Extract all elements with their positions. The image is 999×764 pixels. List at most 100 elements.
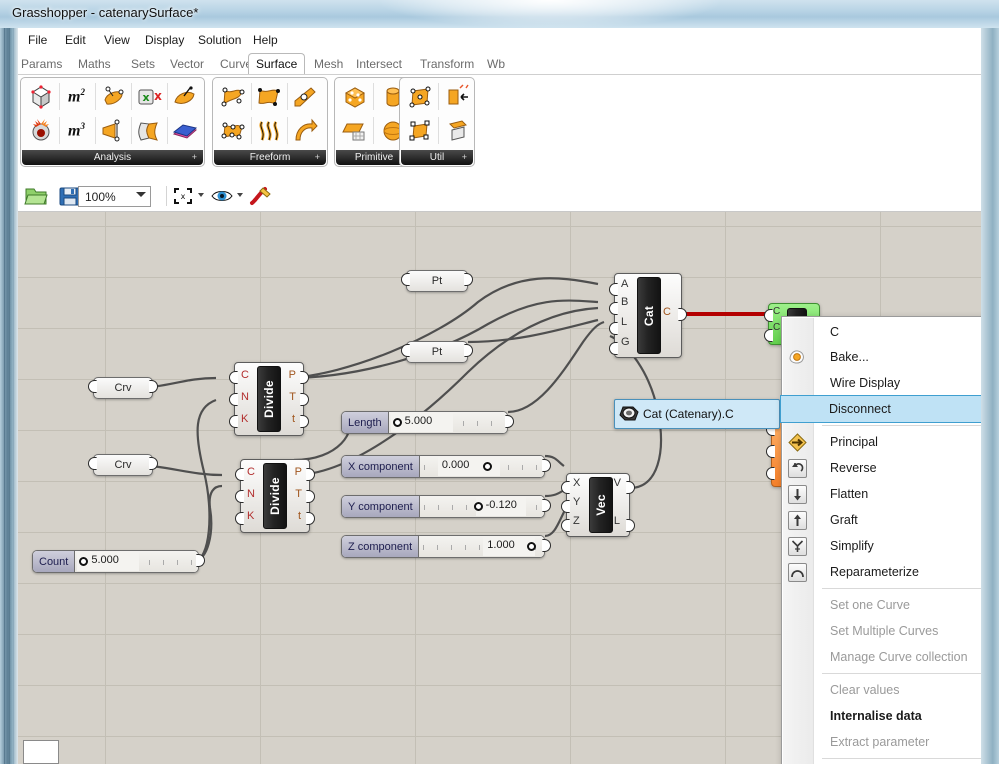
tab-mesh[interactable]: Mesh [307, 55, 350, 74]
menu-item-wire-display[interactable]: Wire Display [782, 370, 981, 396]
port-in-cat-a[interactable] [609, 283, 618, 296]
slider-count[interactable]: Count 5.000 [32, 550, 199, 573]
preview-dropdown-arrow[interactable] [237, 193, 243, 197]
tab-params[interactable]: Params [18, 55, 69, 74]
port-out-zcomp[interactable] [542, 539, 551, 552]
sketch-icon[interactable] [249, 185, 273, 212]
port-out-crv-2[interactable] [149, 457, 158, 470]
param-pt-2[interactable]: Pt [406, 341, 468, 363]
port-out-cat-c[interactable] [678, 308, 687, 321]
component-divide-1[interactable]: Divide C N K P T t [234, 362, 304, 436]
edge-surface-icon[interactable] [252, 80, 285, 113]
expand-icon[interactable]: + [315, 150, 320, 165]
menu-item-simplify[interactable]: Simplify [782, 533, 981, 559]
zoom-dropdown-arrow[interactable] [136, 192, 146, 197]
menu-item-view[interactable]: View [98, 31, 136, 49]
menu-item-internalise-data[interactable]: Internalise data [782, 703, 981, 729]
preview-eye-icon[interactable] [211, 187, 233, 210]
menu-item-disconnect[interactable]: Disconnect [781, 396, 981, 422]
tab-sets[interactable]: Sets [124, 55, 162, 74]
zoom-extents-icon[interactable]: x [173, 187, 193, 210]
port-out-count[interactable] [196, 554, 205, 567]
component-vec[interactable]: Vec X Y Z V L [566, 473, 630, 537]
port-out-pt-1[interactable] [464, 273, 473, 286]
volume-m3-icon[interactable]: m3 [60, 114, 93, 147]
control-points-icon[interactable] [403, 114, 436, 147]
surface-points-icon[interactable] [403, 80, 436, 113]
merge-faces-icon[interactable] [441, 80, 474, 113]
surface-point-icon[interactable] [96, 80, 129, 113]
box-icon[interactable] [338, 80, 371, 113]
slider-track[interactable]: 5.000 [389, 412, 507, 433]
port-out-divide1-t[interactable] [300, 393, 309, 406]
tab-intersect[interactable]: Intersect [349, 55, 409, 74]
port-in-pt-2[interactable] [401, 344, 410, 357]
four-point-surface-icon[interactable] [216, 80, 249, 113]
port-in-vec-y[interactable] [561, 500, 570, 513]
tab-surface[interactable]: Surface [248, 53, 305, 76]
brep-closest-point-icon[interactable] [168, 80, 201, 113]
menu-item-file[interactable]: File [22, 31, 53, 49]
menu-item-reparameterize[interactable]: Reparameterize [782, 559, 981, 585]
port-out-divide2-tt[interactable] [306, 512, 315, 525]
port-out-length[interactable] [505, 415, 514, 428]
port-out-crv-1[interactable] [149, 380, 158, 393]
sweep-icon[interactable] [288, 114, 321, 147]
cap-holes-icon[interactable] [441, 114, 474, 147]
port-in-cat-g[interactable] [609, 342, 618, 355]
port-in-green-2[interactable] [764, 329, 773, 342]
menu-item-flatten[interactable]: Flatten [782, 481, 981, 507]
param-crv-1[interactable]: Crv [93, 377, 153, 399]
open-file-icon[interactable] [24, 185, 48, 212]
surface-from-points-icon[interactable] [216, 114, 249, 147]
port-out-pt-2[interactable] [464, 344, 473, 357]
component-cat[interactable]: Cat A B L G C [614, 273, 682, 358]
box-corners-icon[interactable] [24, 80, 57, 113]
plane-surface-icon[interactable] [338, 114, 371, 147]
zoom-extents-dropdown-arrow[interactable] [198, 193, 204, 197]
port-in-divide2-c[interactable] [235, 468, 244, 481]
port-in-crv-1[interactable] [88, 380, 97, 393]
port-out-vec-v[interactable] [626, 481, 635, 494]
port-in-orange-2[interactable] [766, 445, 775, 458]
port-out-divide1-tt[interactable] [300, 415, 309, 428]
menu-item-bake[interactable]: Bake... [782, 344, 981, 370]
slider-track[interactable]: -0.120 [420, 496, 544, 517]
port-in-divide2-k[interactable] [235, 512, 244, 525]
param-crv-2[interactable]: Crv [93, 454, 153, 476]
slider-track[interactable]: 0.000 [420, 456, 544, 477]
port-in-pt-1[interactable] [401, 273, 410, 286]
slider-length[interactable]: Length 5.000 [341, 411, 508, 434]
menu-item-help[interactable]: Help [247, 31, 284, 49]
tab-wb[interactable]: Wb [480, 55, 512, 74]
port-in-green-1[interactable] [764, 309, 773, 322]
area-m2-icon[interactable]: m2 [60, 80, 93, 113]
slider-y-component[interactable]: Y component -0.120 [341, 495, 545, 518]
port-in-cat-b[interactable] [609, 302, 618, 315]
port-in-vec-z[interactable] [561, 519, 570, 532]
tab-transform[interactable]: Transform [413, 55, 481, 74]
component-divide-2[interactable]: Divide C N K P T t [240, 459, 310, 533]
brep-wireframe-icon[interactable] [132, 114, 165, 147]
grasshopper-canvas[interactable]: Pt Pt Crv Crv Divide [18, 212, 981, 764]
deconstruct-brep-icon[interactable]: x x [132, 80, 165, 113]
port-in-crv-2[interactable] [88, 457, 97, 470]
port-in-divide1-n[interactable] [229, 393, 238, 406]
port-in-divide2-n[interactable] [235, 490, 244, 503]
canvas-bottom-widget[interactable] [23, 740, 59, 764]
port-in-vec-x[interactable] [561, 481, 570, 494]
port-in-orange-3[interactable] [766, 467, 775, 480]
port-in-divide1-c[interactable] [229, 371, 238, 384]
menu-item-graft[interactable]: Graft [782, 507, 981, 533]
slider-track[interactable]: 1.000 [419, 536, 544, 557]
slider-x-component[interactable]: X component 0.000 [341, 455, 545, 478]
evaluate-surface-icon[interactable] [96, 114, 129, 147]
port-out-vec-l[interactable] [626, 519, 635, 532]
port-out-divide2-p[interactable] [306, 468, 315, 481]
tab-vector[interactable]: Vector [163, 55, 211, 74]
expand-icon[interactable]: + [462, 150, 467, 165]
loft-icon[interactable] [252, 114, 285, 147]
menu-item-display[interactable]: Display [139, 31, 190, 49]
menu-item-edit[interactable]: Edit [59, 31, 92, 49]
context-menu[interactable]: C Bake... Wire Dis [781, 316, 981, 764]
